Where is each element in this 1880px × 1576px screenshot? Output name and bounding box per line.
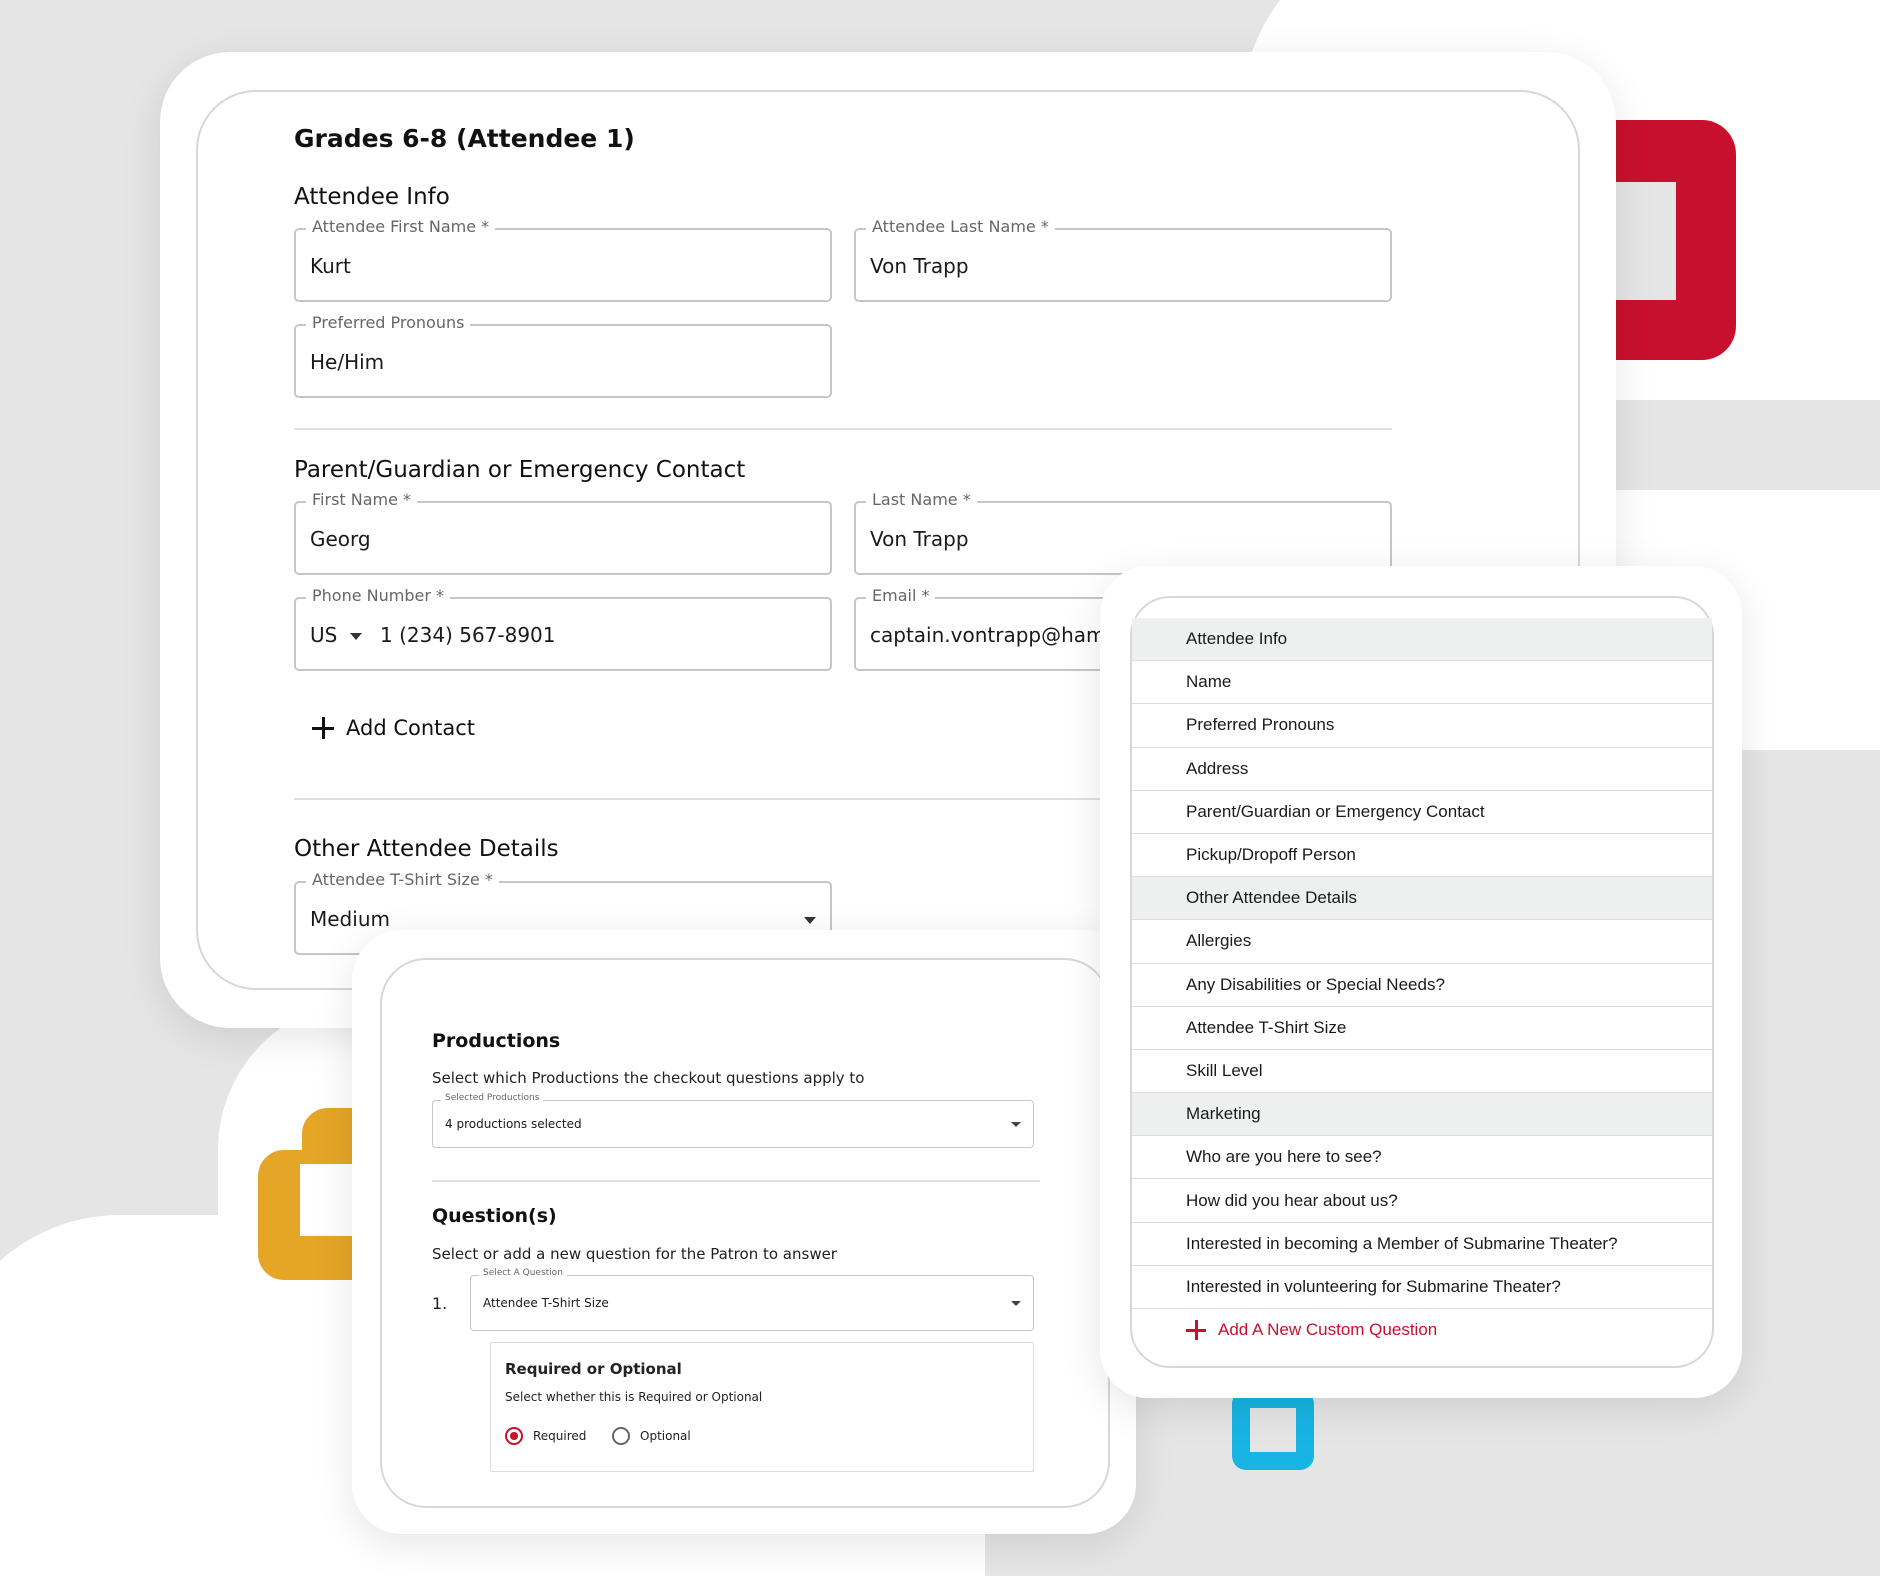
add-custom-question-label: Add A New Custom Question: [1218, 1320, 1438, 1339]
contact-last-name-field[interactable]: Last Name * Von Trapp: [854, 490, 1392, 575]
attendee-last-name-field[interactable]: Attendee Last Name * Von Trapp: [854, 217, 1392, 302]
required-radio[interactable]: [505, 1427, 523, 1445]
section-title-attendee-info: Attendee Info: [294, 184, 450, 210]
questions-description: Select or add a new question for the Pat…: [432, 1245, 837, 1263]
field-label: Phone Number *: [306, 586, 451, 605]
preferred-pronouns-field[interactable]: Preferred Pronouns He/Him: [294, 313, 832, 398]
productions-heading: Productions: [432, 1030, 561, 1052]
field-label: Preferred Pronouns: [306, 313, 471, 332]
phone-number-value: 1 (234) 567-8901: [380, 623, 556, 647]
field-value: Medium: [310, 907, 390, 931]
question-list-item[interactable]: Preferred Pronouns: [1132, 704, 1712, 748]
question-list-item[interactable]: Allergies: [1132, 920, 1712, 964]
field-label: First Name *: [306, 490, 418, 509]
field-label: Email *: [866, 586, 936, 605]
country-code-select[interactable]: US: [310, 623, 337, 647]
section-divider: [432, 1180, 1040, 1182]
field-value: Von Trapp: [870, 527, 969, 551]
field-value: Von Trapp: [870, 254, 969, 278]
question-list-item[interactable]: Any Disabilities or Special Needs?: [1132, 964, 1712, 1007]
field-value: Georg: [310, 527, 371, 551]
form-title: Grades 6-8 (Attendee 1): [294, 124, 635, 153]
required-radio-label: Required: [533, 1429, 587, 1443]
chevron-down-icon[interactable]: [1011, 1301, 1021, 1306]
section-divider: [294, 428, 1392, 430]
field-label: Selected Productions: [441, 1093, 544, 1103]
field-value: 4 productions selected: [445, 1117, 582, 1131]
field-label: Attendee Last Name *: [866, 217, 1055, 236]
questions-heading: Question(s): [432, 1205, 557, 1227]
plus-icon: [312, 717, 334, 739]
field-value: Attendee T-Shirt Size: [483, 1296, 609, 1310]
required-optional-heading: Required or Optional: [505, 1360, 682, 1378]
question-group-header[interactable]: Marketing: [1132, 1093, 1712, 1137]
field-label: Attendee First Name *: [306, 217, 496, 236]
phone-number-field[interactable]: Phone Number * US 1 (234) 567-8901: [294, 586, 832, 671]
chevron-down-icon[interactable]: [1011, 1122, 1021, 1127]
attendee-first-name-field[interactable]: Attendee First Name * Kurt: [294, 217, 832, 302]
add-custom-question-button[interactable]: Add A New Custom Question: [1186, 1320, 1437, 1340]
field-label: Select A Question: [479, 1268, 567, 1278]
question-list-item[interactable]: Who are you here to see?: [1132, 1136, 1712, 1180]
plus-icon: [1186, 1320, 1206, 1340]
question-list-item[interactable]: Address: [1132, 748, 1712, 791]
field-label: Attendee T-Shirt Size *: [306, 870, 499, 889]
question-group-header[interactable]: Attendee Info: [1132, 618, 1712, 662]
field-value: Kurt: [310, 254, 351, 278]
field-label: Last Name *: [866, 490, 977, 509]
question-list-item[interactable]: Pickup/Dropoff Person: [1132, 834, 1712, 878]
question-list-item[interactable]: Attendee T-Shirt Size: [1132, 1007, 1712, 1050]
question-group-header[interactable]: Other Attendee Details: [1132, 877, 1712, 921]
contact-first-name-field[interactable]: First Name * Georg: [294, 490, 832, 575]
add-contact-label: Add Contact: [346, 716, 476, 740]
question-list-item[interactable]: How did you hear about us?: [1132, 1179, 1712, 1223]
section-title-other-details: Other Attendee Details: [294, 836, 559, 862]
question-list-item[interactable]: Name: [1132, 661, 1712, 705]
required-optional-description: Select whether this is Required or Optio…: [505, 1390, 763, 1404]
field-value: captain.vontrapp@hamme: [870, 623, 1138, 647]
blue-logo-shape: [1232, 1390, 1314, 1470]
add-contact-button[interactable]: Add Contact: [312, 716, 475, 740]
question-list-item[interactable]: Skill Level: [1132, 1050, 1712, 1094]
select-question-dropdown[interactable]: Select A Question Attendee T-Shirt Size: [470, 1268, 1034, 1331]
chevron-down-icon[interactable]: [350, 633, 362, 640]
yellow-logo-cutout: [300, 1164, 360, 1236]
question-list-item[interactable]: Interested in volunteering for Submarine…: [1132, 1266, 1712, 1309]
question-list: Attendee Info Name Preferred Pronouns Addre…: [1132, 618, 1712, 1309]
selected-productions-select[interactable]: Selected Productions 4 productions selec…: [432, 1093, 1034, 1148]
question-number: 1.: [432, 1294, 448, 1313]
question-list-item[interactable]: Interested in becoming a Member of Subma…: [1132, 1223, 1712, 1266]
optional-radio-label: Optional: [640, 1429, 691, 1443]
optional-radio[interactable]: [612, 1427, 630, 1445]
productions-description: Select which Productions the checkout qu…: [432, 1069, 865, 1087]
question-list-item[interactable]: Parent/Guardian or Emergency Contact: [1132, 791, 1712, 834]
section-title-contact: Parent/Guardian or Emergency Contact: [294, 457, 746, 483]
field-value: He/Him: [310, 350, 385, 374]
chevron-down-icon[interactable]: [804, 917, 816, 924]
